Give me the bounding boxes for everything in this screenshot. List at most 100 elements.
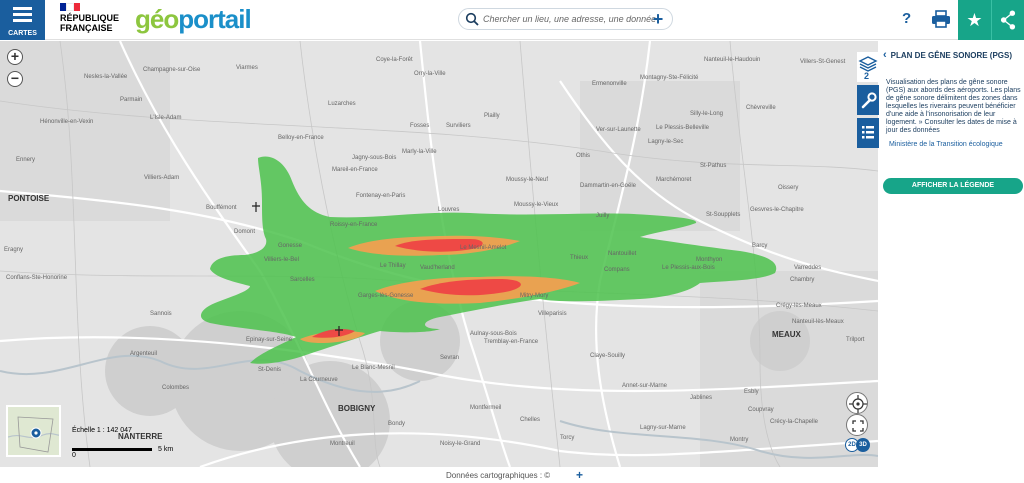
place-label: St-Denis — [258, 367, 281, 373]
map-canvas[interactable]: Nesles-la-Vallée Champagne-sur-Oise Viar… — [0, 41, 878, 467]
place-label: Crégy-lès-Meaux — [776, 303, 822, 309]
place-label: Plailly — [484, 113, 500, 119]
place-label: Sevran — [440, 355, 459, 361]
place-label: Roissy-en-France — [330, 222, 378, 228]
place-label: Montreuil — [330, 441, 355, 447]
layer-title: ‹ PLAN DE GÊNE SONORE (PGS) — [883, 49, 1023, 61]
place-label: Bondy — [388, 421, 405, 427]
search-input[interactable]: Chercher un lieu, une adresse, une donné… — [483, 14, 656, 24]
place-label: Sarcelles — [290, 277, 315, 283]
place-label: Garges-lès-Gonesse — [358, 293, 414, 299]
republic-line1: RÉPUBLIQUE — [60, 13, 120, 23]
place-label: Aulnay-sous-Bois — [470, 331, 517, 337]
place-label: Claye-Souilly — [590, 353, 625, 359]
place-label: Lagny-sur-Marne — [640, 425, 686, 431]
place-label: Louvres — [438, 207, 459, 213]
place-label: Noisy-le-Grand — [440, 441, 480, 447]
place-label: Crécy-la-Chapelle — [770, 419, 819, 425]
place-label: Ver-sur-Launette — [596, 127, 641, 133]
share-icon[interactable] — [991, 0, 1024, 40]
place-label: Domont — [234, 229, 255, 235]
zoom-in-button[interactable]: + — [7, 49, 23, 65]
show-legend-button[interactable]: AFFICHER LA LÉGENDE — [883, 178, 1023, 194]
zoom-out-button[interactable]: − — [7, 71, 23, 87]
place-label: Le Mesnil-Amelot — [460, 245, 507, 251]
place-label: Mareil-en-France — [332, 167, 378, 173]
place-label: St-Pathus — [700, 163, 726, 169]
help-button[interactable]: ? — [902, 10, 911, 27]
catalog-tab[interactable] — [857, 118, 879, 148]
place-label: Sannois — [150, 311, 172, 317]
favorites-star-icon[interactable]: ★ — [958, 0, 991, 40]
place-label: Montry — [730, 437, 748, 443]
scale-bar — [72, 448, 152, 451]
logo-part-portail: portail — [178, 4, 251, 34]
place-label: Annet-sur-Marne — [622, 383, 668, 389]
place-label: Lagny-le-Sec — [648, 139, 683, 145]
credits-expand-plus-icon[interactable]: + — [576, 468, 583, 482]
place-label: Ermenonville — [592, 81, 627, 87]
wrench-icon — [861, 92, 877, 109]
search-bar[interactable]: Chercher un lieu, une adresse, une donné… — [458, 8, 673, 30]
place-label: Marly-la-Ville — [402, 149, 437, 155]
fullscreen-icon — [852, 420, 864, 432]
place-label: Mitry-Mory — [520, 293, 548, 299]
advanced-search-plus-icon[interactable]: + — [650, 10, 666, 28]
place-label: Coye-la-Forêt — [376, 57, 413, 63]
place-label: Belloy-en-France — [278, 135, 324, 141]
locate-button[interactable] — [846, 392, 868, 414]
place-label: BOBIGNY — [338, 404, 376, 413]
republic-line2: FRANÇAISE — [60, 23, 113, 33]
place-label: Jablines — [690, 395, 712, 401]
place-label: Compans — [604, 267, 630, 273]
fullscreen-button[interactable] — [846, 414, 868, 436]
menu-button[interactable]: CARTES — [0, 0, 45, 40]
print-icon[interactable] — [930, 9, 952, 29]
place-label: Esbly — [744, 389, 759, 395]
place-label: Barcy — [752, 243, 767, 249]
place-label: Villiers-le-Bel — [264, 257, 299, 263]
geoportail-logo[interactable]: géoportail — [135, 4, 252, 35]
scale-text: Échelle 1 : 142 047 — [72, 427, 132, 434]
place-label: MEAUX — [772, 330, 802, 339]
place-label: Le Blanc-Mesnil — [352, 365, 395, 371]
view-3d-button[interactable]: 3D — [856, 438, 870, 452]
search-icon — [465, 12, 479, 26]
place-label: Colombes — [162, 385, 189, 391]
menu-icon — [13, 7, 32, 22]
place-label: Gonesse — [278, 243, 303, 249]
logo-part-geo: géo — [135, 4, 179, 34]
place-label: Le Plessis-Belleville — [656, 125, 710, 131]
place-label: Oissery — [778, 185, 798, 191]
place-label: Torcy — [560, 435, 574, 441]
place-label: St-Soupplets — [706, 212, 740, 218]
place-label: Nanteuil-lès-Meaux — [792, 319, 844, 325]
tools-tab[interactable] — [857, 85, 879, 115]
place-label: Chelles — [520, 417, 540, 423]
chevron-left-icon[interactable]: ‹ — [883, 49, 887, 61]
crosshair-icon — [849, 395, 867, 413]
side-tabs — [857, 52, 879, 151]
layer-title-text: PLAN DE GÊNE SONORE (PGS) — [890, 51, 1013, 60]
scale-zero: 0 — [72, 452, 76, 459]
place-label: Dammartin-en-Goële — [580, 183, 637, 189]
place-label: Varreddes — [794, 265, 821, 271]
place-label: Nesles-la-Vallée — [84, 74, 128, 80]
place-label: Chèvreville — [746, 105, 776, 111]
place-label: Chambry — [790, 277, 814, 283]
place-label: Villiers-Adam — [144, 175, 179, 181]
place-label: Hénonville-en-Vexin — [40, 119, 93, 125]
place-label: Othis — [576, 153, 590, 159]
place-label: Surviliers — [446, 123, 471, 129]
place-label: Moussy-le-Neuf — [506, 177, 548, 183]
place-label: PONTOISE — [8, 194, 50, 203]
place-label: Thieux — [570, 255, 588, 261]
layer-source-link[interactable]: Ministère de la Transition écologique — [889, 140, 1019, 149]
place-label: Villers-St-Genest — [800, 59, 846, 65]
place-label: L'Isle-Adam — [150, 115, 182, 121]
overview-map[interactable] — [6, 405, 61, 457]
republic-logo[interactable]: RÉPUBLIQUE FRANÇAISE — [60, 3, 124, 35]
overview-map-svg — [8, 407, 59, 455]
map-credits: Données cartographiques : © — [446, 471, 551, 480]
place-label: Parmain — [120, 97, 142, 103]
